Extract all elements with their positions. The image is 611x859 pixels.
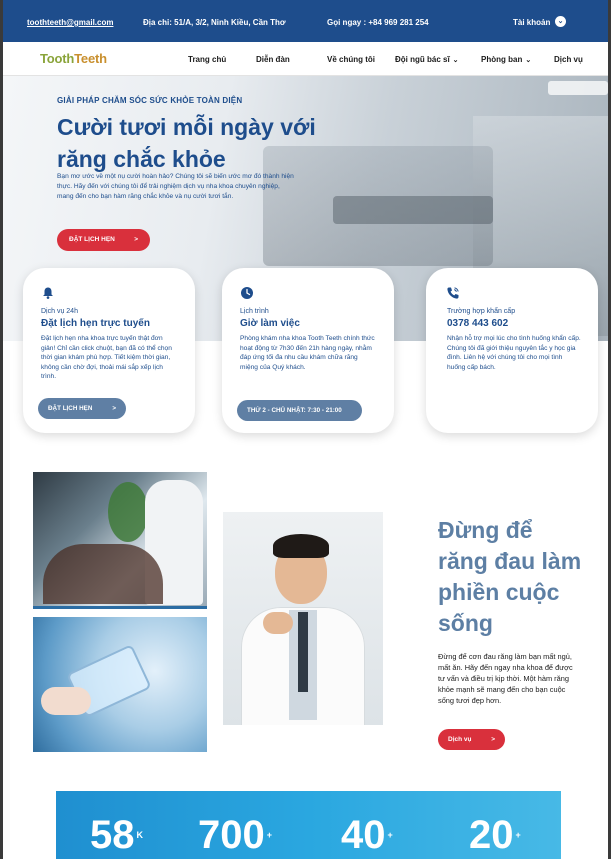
card-sub: Lịch trình (240, 308, 269, 315)
card-emergency: Trường hợp khẩn cấp 0378 443 602 Nhận hỗ… (426, 268, 598, 433)
book-appointment-button[interactable]: ĐẶT LỊCH HẸN > (57, 229, 150, 251)
nav-item-doctors-label: Đội ngũ bác sĩ (395, 55, 450, 64)
stat-suffix: + (387, 830, 393, 840)
stat-suffix: + (266, 830, 273, 840)
emergency-phone[interactable]: 0378 443 602 (447, 318, 508, 329)
card-working-hours: Lịch trình Giờ làm việc Phòng khám nha k… (222, 268, 394, 433)
logo-part-1: Tooth (40, 51, 75, 66)
hand-shape (263, 612, 293, 634)
hero-ceiling-lamp (548, 81, 608, 95)
services-button[interactable]: Dịch vụ > (438, 729, 505, 750)
card-book-label: ĐẶT LỊCH HẸN (48, 405, 93, 412)
logo[interactable]: ToothTeeth (40, 51, 107, 66)
tie-shape (298, 612, 308, 692)
hair-shape (273, 534, 329, 558)
card-sub: Dịch vụ 24h (41, 308, 78, 315)
card-body: Nhận hỗ trợ mọi lúc cho tình huống khẩn … (447, 335, 581, 371)
hero-kicker: GIẢI PHÁP CHĂM SÓC SỨC KHỎE TOÀN DIỆN (57, 96, 243, 105)
stat-value: 700 (198, 813, 265, 857)
card-body: Phòng khám nha khoa Tooth Teeth chính th… (240, 335, 375, 371)
stat-suffix: K (136, 830, 144, 840)
arrow-right-icon: > (112, 405, 116, 412)
stat-suffix: + (515, 830, 521, 840)
dentist-treating-patient-image (33, 472, 207, 609)
section-description: Đừng để cơn đau răng làm bạn mất ngủ, mấ… (438, 652, 573, 705)
card-heading: Đặt lịch hẹn trực tuyến (41, 318, 150, 329)
plant-shape (108, 482, 148, 542)
card-online-booking: Dịch vụ 24h Đặt lịch hẹn trực tuyến Đặt … (23, 268, 195, 433)
email-link[interactable]: toothteeth@gmail.com (27, 18, 113, 27)
patient-shape (43, 544, 163, 604)
card-body: Đặt lịch hẹn nha khoa trực tuyến thật đơ… (41, 335, 172, 381)
stat-value: 20 (469, 813, 514, 857)
nav-item-departments[interactable]: Phòng ban ⌄ (481, 55, 531, 64)
stat-value: 58 (90, 813, 135, 857)
stat-value: 40 (341, 813, 386, 857)
clock-icon (241, 287, 253, 299)
doctor-portrait-image (223, 512, 383, 725)
account-link[interactable]: Tài khoản (513, 18, 550, 27)
phone-icon (447, 287, 459, 299)
hero-description: Bạn mơ ước về một nụ cười hoàn hảo? Chún… (57, 173, 294, 200)
arrow-right-icon: > (491, 736, 495, 743)
nav-item-doctors[interactable]: Đội ngũ bác sĩ ⌄ (395, 55, 459, 64)
chevron-down-icon[interactable]: ⌄ (555, 16, 566, 27)
phone-text[interactable]: Gọi ngay : +84 969 281 254 (327, 18, 429, 27)
card-book-button[interactable]: ĐẶT LỊCH HẸN > (38, 398, 126, 419)
logo-part-2: Teeth (74, 51, 107, 66)
working-hours-badge: THỨ 2 - CHỦ NHẬT: 7:30 - 21:00 (237, 400, 362, 421)
address-text: Địa chỉ: 51/A, 3/2, Ninh Kiều, Cần Thơ (143, 18, 286, 27)
chevron-down-icon: ⌄ (452, 57, 459, 64)
main-nav: ToothTeeth Trang chủ Diễn đàn Về chúng t… (3, 42, 608, 76)
stats-banner: 58 K 700 + 40 + 20 + (56, 791, 561, 859)
stat-item: 20 + (469, 815, 521, 855)
card-heading: Giờ làm việc (240, 318, 300, 329)
hero-title: Cười tươi mỗi ngày với răng chắc khỏe (57, 114, 316, 172)
hero-dental-chair (333, 196, 493, 224)
nav-item-about[interactable]: Về chúng tôi (327, 55, 375, 64)
stat-item: 40 + (341, 815, 393, 855)
arrow-right-icon: > (134, 236, 138, 243)
digital-tablet-image (33, 617, 207, 752)
bell-icon (43, 287, 53, 299)
book-appointment-label: ĐẶT LỊCH HẸN (69, 236, 115, 243)
working-hours-label: THỨ 2 - CHỦ NHẬT: 7:30 - 21:00 (247, 407, 342, 414)
stat-item: 700 + (198, 815, 272, 855)
chevron-down-icon: ⌄ (525, 57, 532, 64)
nav-item-departments-label: Phòng ban (481, 55, 523, 64)
card-sub: Trường hợp khẩn cấp (447, 308, 516, 315)
stat-item: 58 K (90, 815, 143, 855)
section-title: Đừng để răng đau làm phiền cuộc sống (438, 517, 582, 636)
nav-item-forum[interactable]: Diễn đàn (256, 55, 290, 64)
services-button-label: Dịch vụ (448, 736, 472, 743)
hand-shape (41, 687, 91, 715)
nav-item-services[interactable]: Dịch vụ (554, 55, 583, 64)
top-contact-bar: toothteeth@gmail.com Địa chỉ: 51/A, 3/2,… (3, 0, 608, 42)
nav-item-home[interactable]: Trang chủ (188, 55, 226, 64)
